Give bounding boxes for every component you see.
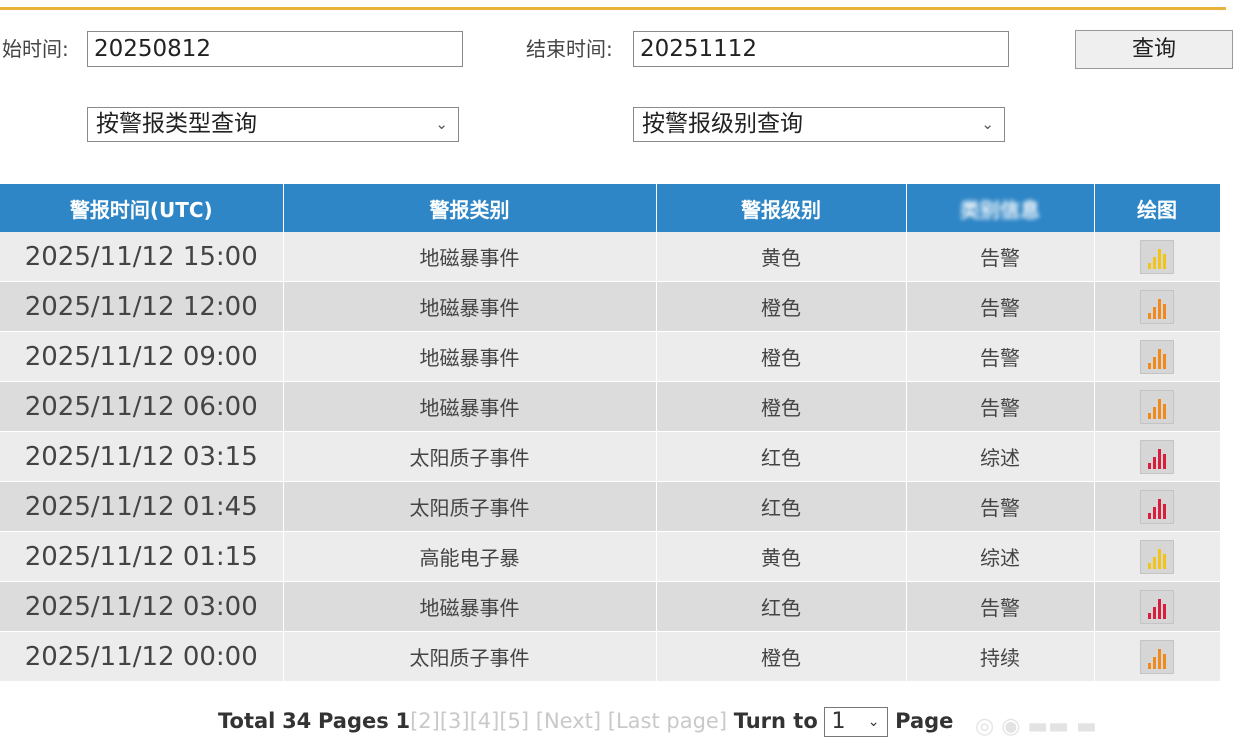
cell-plot [1094,581,1221,632]
bar-chart-yellow-icon[interactable] [1140,239,1174,274]
cell-alert-time: 2025/11/12 01:45 [0,481,284,532]
cell-plot [1094,481,1221,532]
pager-total-pages: 34 [282,709,312,733]
cell-alert-level: 红色 [656,431,907,482]
start-time-input[interactable]: 20250812 [87,31,463,67]
cell-alert-category: 地磁暴事件 [283,232,657,282]
cell-alert-time: 2025/11/12 15:00 [0,232,284,282]
table-row: 2025/11/12 06:00 地磁暴事件 橙色 告警 [0,381,1221,432]
cell-alert-kind: 告警 [906,281,1095,332]
cell-plot [1094,331,1221,382]
cell-alert-level: 橙色 [656,631,907,682]
cell-alert-time: 2025/11/12 00:00 [0,631,284,682]
pager-page-label: Page [895,709,954,733]
cell-alert-kind: 持续 [906,631,1095,682]
cell-alert-category: 高能电子暴 [283,531,657,582]
cell-alert-category: 地磁暴事件 [283,281,657,332]
cell-alert-kind: 告警 [906,331,1095,382]
cell-alert-time: 2025/11/12 03:15 [0,431,284,482]
bar-chart-red-icon[interactable] [1140,589,1174,624]
cell-plot [1094,631,1221,682]
table-row: 2025/11/12 12:00 地磁暴事件 橙色 告警 [0,281,1221,332]
page-select[interactable]: 1 ⌄ [824,707,889,737]
cell-alert-time: 2025/11/12 01:15 [0,531,284,582]
bar-chart-yellow-icon[interactable] [1140,539,1174,574]
bar-chart-red-icon[interactable] [1140,489,1174,524]
cell-alert-time: 2025/11/12 03:00 [0,581,284,632]
cell-alert-time: 2025/11/12 09:00 [0,331,284,382]
cell-plot [1094,381,1221,432]
alert-level-select[interactable]: 按警报级别查询 ⌄ [633,107,1005,142]
cell-alert-kind: 综述 [906,531,1095,582]
cell-alert-category: 地磁暴事件 [283,381,657,432]
table-row: 2025/11/12 03:00 地磁暴事件 红色 告警 [0,581,1221,632]
pagination: Total 34 Pages 1[2][3][4][5] [Next] [Las… [218,706,953,737]
header-alert-level: 警报级别 [656,184,907,232]
top-accent-line [0,7,1226,10]
alert-level-select-label: 按警报级别查询 [642,111,803,137]
cell-alert-kind: 告警 [906,481,1095,532]
cell-alert-kind: 综述 [906,431,1095,482]
start-time-label: 始时间: [2,37,69,61]
cell-alert-kind: 告警 [906,381,1095,432]
cell-alert-time: 2025/11/12 06:00 [0,381,284,432]
header-plot: 绘图 [1094,184,1221,232]
bar-chart-orange-icon[interactable] [1140,389,1174,424]
bar-chart-orange-icon[interactable] [1140,639,1174,674]
pager-total-label: Total [218,709,276,733]
bar-chart-orange-icon[interactable] [1140,289,1174,324]
cell-alert-category: 地磁暴事件 [283,331,657,382]
table-row: 2025/11/12 00:00 太阳质子事件 橙色 持续 [0,631,1221,682]
query-button[interactable]: 查询 [1075,30,1233,69]
cell-alert-category: 太阳质子事件 [283,481,657,532]
header-alert-time: 警报时间(UTC) [0,184,284,232]
table-row: 2025/11/12 09:00 地磁暴事件 橙色 告警 [0,331,1221,382]
table-row: 2025/11/12 15:00 地磁暴事件 黄色 告警 [0,232,1221,282]
cell-alert-category: 地磁暴事件 [283,581,657,632]
cell-alert-time: 2025/11/12 12:00 [0,281,284,332]
pager-next-link[interactable]: [Next] [536,709,601,733]
bar-chart-orange-icon[interactable] [1140,339,1174,374]
cell-plot [1094,281,1221,332]
cell-alert-category: 太阳质子事件 [283,431,657,482]
table-row: 2025/11/12 03:15 太阳质子事件 红色 综述 [0,431,1221,482]
alert-type-select[interactable]: 按警报类型查询 ⌄ [87,107,459,142]
cell-alert-category: 太阳质子事件 [283,631,657,682]
cell-plot [1094,531,1221,582]
pager-link-2[interactable]: [2] [410,709,440,733]
chevron-down-icon: ⌄ [981,115,994,133]
cell-alert-kind: 告警 [906,232,1095,282]
pager-turn-to-label: Turn to [733,709,818,733]
cell-alert-level: 橙色 [656,331,907,382]
pager-link-5[interactable]: [5] [499,709,529,733]
watermark: ◎ ◉ ▬▬ ▬ [975,714,1097,739]
cell-alert-level: 黄色 [656,531,907,582]
pager-link-3[interactable]: [3] [440,709,470,733]
cell-alert-level: 红色 [656,581,907,632]
chevron-down-icon: ⌄ [435,115,448,133]
cell-plot [1094,431,1221,482]
bar-chart-red-icon[interactable] [1140,439,1174,474]
pager-pages-label: Pages [317,709,389,733]
cell-alert-level: 橙色 [656,381,907,432]
alert-table: 警报时间(UTC) 警报类别 警报级别 类别信息 绘图 2025/11/12 1… [0,184,1221,682]
cell-alert-level: 橙色 [656,281,907,332]
table-row: 2025/11/12 01:45 太阳质子事件 红色 告警 [0,481,1221,532]
table-header-row: 警报时间(UTC) 警报类别 警报级别 类别信息 绘图 [0,184,1221,232]
page-select-value: 1 [831,709,846,734]
end-time-input[interactable]: 20251112 [633,31,1009,67]
cell-plot [1094,232,1221,282]
pager-current-page: 1 [395,709,411,733]
cell-alert-level: 红色 [656,481,907,532]
pager-last-link[interactable]: [Last page] [608,709,727,733]
header-alert-category: 警报类别 [283,184,657,232]
cell-alert-level: 黄色 [656,232,907,282]
cell-alert-kind: 告警 [906,581,1095,632]
pager-link-4[interactable]: [4] [470,709,500,733]
header-blurred: 类别信息 [906,184,1095,232]
alert-type-select-label: 按警报类型查询 [96,111,257,137]
table-row: 2025/11/12 01:15 高能电子暴 黄色 综述 [0,531,1221,582]
end-time-label: 结束时间: [526,37,613,61]
